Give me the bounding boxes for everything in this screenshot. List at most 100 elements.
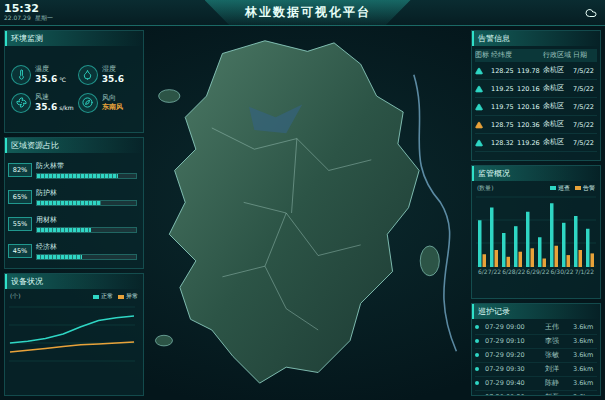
- section-title: 设备状况: [5, 274, 143, 289]
- weather-icon[interactable]: [585, 7, 597, 19]
- resources-section: 区域资源占比82%防火林带65%防护林55%用材林45%经济林: [4, 137, 144, 270]
- alert-icon-cell: [475, 117, 491, 134]
- series-line: [10, 316, 134, 343]
- patrol-distance: 3.6km: [573, 351, 597, 359]
- column-header: 经纬度: [491, 49, 543, 62]
- environment-value: 35.6: [102, 74, 124, 85]
- environment-section: 环境监测温度35.6℃湿度35.6风速35.6s/km风向东南风: [4, 30, 144, 133]
- date-cell: 7/5/22: [573, 117, 597, 134]
- patrol-row[interactable]: 07-29 09:50赵磊3.6km: [475, 391, 597, 396]
- section-title: 环境监测: [5, 31, 143, 46]
- alert-icon-cell: [475, 81, 491, 98]
- environment-label: 风向: [102, 94, 123, 102]
- chart-bar: [538, 237, 542, 267]
- icon-ring: [11, 65, 31, 85]
- supervision-bar-chart: [476, 195, 596, 267]
- patrol-dot: [475, 325, 479, 329]
- chart-bar: [579, 250, 583, 267]
- header: 15:3222.07.29星期一林业数据可视化平台: [0, 0, 605, 26]
- chart-bar: [478, 220, 482, 267]
- environment-label: 风速: [35, 93, 74, 101]
- region-cell: 余杭区: [543, 116, 573, 134]
- patrol-dot: [475, 339, 479, 343]
- dashboard: 15:3222.07.29星期一林业数据可视化平台环境监测温度35.6℃湿度35…: [0, 0, 605, 400]
- resource-label: 经济林: [36, 242, 137, 252]
- patrol-dot: [475, 381, 479, 385]
- chart-bar: [567, 255, 571, 267]
- legend-item: 异常: [118, 292, 138, 301]
- resource-track: [36, 173, 137, 179]
- lat-cell: 120.36: [517, 117, 543, 134]
- region-cell: 余杭区: [543, 98, 573, 116]
- patrol-distance: 3.6km: [573, 337, 597, 345]
- patrol-time: 07-29 09:40: [485, 379, 543, 387]
- lat-cell: 119.78: [517, 63, 543, 80]
- resource-percent: 45%: [8, 244, 32, 258]
- patrol-row[interactable]: 07-29 09:20张敏3.6km: [475, 349, 597, 363]
- section-title: 告警信息: [472, 31, 600, 46]
- chart-bar: [514, 226, 518, 267]
- icon-ring: [11, 93, 31, 113]
- patrol-row[interactable]: 07-29 09:00王伟3.6km: [475, 321, 597, 335]
- lat-cell: 120.16: [517, 99, 543, 116]
- patrol-row[interactable]: 07-29 09:30刘洋3.6km: [475, 363, 597, 377]
- alert-icon-cell: [475, 63, 491, 80]
- time: 15:32: [4, 3, 140, 15]
- x-axis-labels: 6/27/226/28/226/29/226/30/227/1/22: [476, 267, 596, 275]
- environment-value: 东南风: [102, 103, 123, 111]
- date-cell: 7/5/22: [573, 63, 597, 80]
- patrol-time: 07-29 09:30: [485, 365, 543, 373]
- patrol-dot: [475, 353, 479, 357]
- header-tools: [585, 7, 605, 19]
- patrol-name: 李强: [545, 337, 571, 346]
- patrol-row[interactable]: 07-29 09:40陈静3.6km: [475, 377, 597, 391]
- patrol-row[interactable]: 07-29 09:10李强3.6km: [475, 335, 597, 349]
- chart-legend: 巡查告警: [550, 184, 595, 193]
- fan-icon: [16, 97, 27, 108]
- resource-fill: [37, 174, 118, 178]
- section-title: 监管概况: [472, 166, 600, 181]
- region-cell: 余杭区: [543, 62, 573, 80]
- chart-bar: [490, 207, 494, 267]
- patrol-section: 巡护记录07-29 09:00王伟3.6km07-29 09:10李强3.6km…: [471, 303, 601, 396]
- patrol-name: 张敏: [545, 351, 571, 360]
- resource-row: 45% 经济林: [8, 242, 137, 260]
- patrol-distance: 3.6km: [573, 379, 597, 387]
- warning-icon: [475, 103, 483, 111]
- lat-cell: 119.26: [517, 135, 543, 152]
- chart-bar: [574, 216, 578, 267]
- resource-percent: 65%: [8, 190, 32, 204]
- chart-unit: (数量): [477, 184, 494, 193]
- column-header: 日期: [573, 49, 597, 62]
- supervision-section: 监管概况 (数量) 巡查告警 6/27/226/28/226/29/226/30/22…: [471, 165, 601, 299]
- resource-fill: [37, 201, 101, 205]
- lng-cell: 128.32: [491, 135, 517, 152]
- environment-grid: 温度35.6℃湿度35.6风速35.6s/km风向东南风: [5, 46, 143, 132]
- lat-cell: 120.16: [517, 81, 543, 98]
- resource-track: [36, 200, 137, 206]
- environment-value: 35.6s/km: [35, 102, 74, 113]
- droplet-icon: [82, 69, 93, 80]
- patrol-time: 07-29 09:50: [485, 393, 543, 396]
- forest-map[interactable]: [148, 30, 467, 396]
- alerts-table: 图标经纬度行政区域日期128.25119.78余杭区7/5/22119.2512…: [472, 46, 600, 152]
- environment-item: 风速35.6s/km: [11, 93, 74, 113]
- patrol-name: 陈静: [545, 379, 571, 388]
- legend-item: 正常: [93, 292, 113, 301]
- chart-bar: [495, 250, 499, 267]
- chart-bar: [526, 212, 530, 267]
- region-cell: 余杭区: [543, 80, 573, 98]
- alert-icon-cell: [475, 135, 491, 152]
- column-header: 行政区域: [543, 49, 573, 62]
- right-panel: 告警信息图标经纬度行政区域日期128.25119.78余杭区7/5/22119.…: [471, 30, 601, 396]
- region-cell: 余杭区: [543, 134, 573, 152]
- warning-icon: [475, 121, 483, 129]
- resource-label: 防火林带: [36, 161, 137, 171]
- resource-track: [36, 227, 137, 233]
- chart-bar: [507, 257, 511, 267]
- alert-icon-cell: [475, 99, 491, 116]
- chart-bar: [519, 252, 523, 267]
- environment-item: 湿度35.6: [78, 65, 137, 85]
- mainland: [169, 41, 419, 383]
- lng-cell: 119.25: [491, 81, 517, 98]
